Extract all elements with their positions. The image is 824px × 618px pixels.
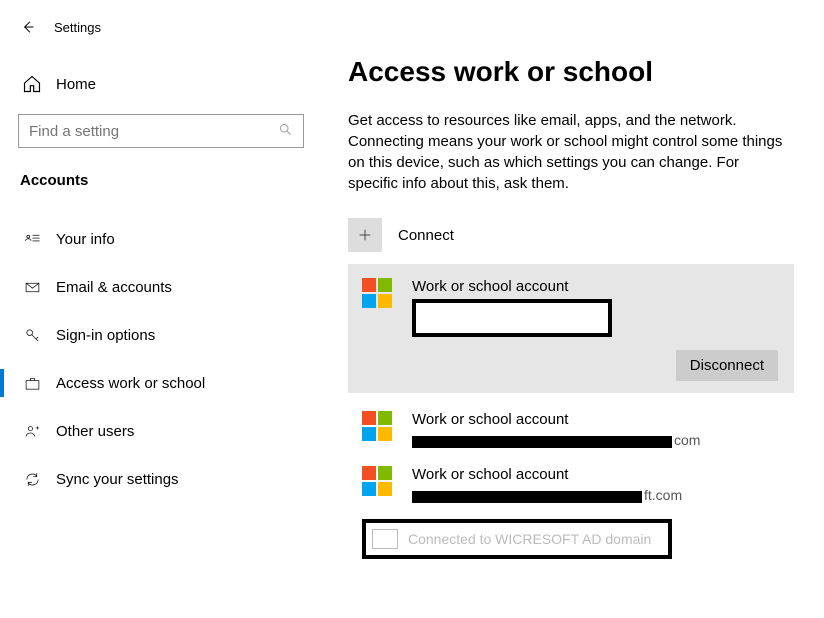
home-nav[interactable]: Home <box>0 60 322 108</box>
arrow-left-icon <box>20 19 36 35</box>
sync-icon <box>22 471 42 488</box>
nav-sync-settings[interactable]: Sync your settings <box>0 455 322 503</box>
redacted-email <box>412 436 672 448</box>
home-label: Home <box>56 76 96 93</box>
plus-icon <box>357 227 373 243</box>
microsoft-logo-icon <box>362 278 392 308</box>
search-input[interactable] <box>29 123 253 140</box>
nav-other-users[interactable]: Other users <box>0 407 322 455</box>
account-title: Work or school account <box>412 466 682 483</box>
sidebar: Settings Home Accounts Your info <box>0 0 322 618</box>
main-content: Access work or school Get access to reso… <box>322 0 824 618</box>
mail-icon <box>22 279 42 296</box>
nav-your-info[interactable]: Your info <box>0 215 322 263</box>
page-description: Get access to resources like email, apps… <box>348 110 788 194</box>
briefcase-icon <box>22 375 42 392</box>
account-title: Work or school account <box>412 278 612 295</box>
redacted-account-detail <box>412 299 612 337</box>
app-title: Settings <box>54 20 101 35</box>
nav-list: Your info Email & accounts Sign-in optio… <box>0 215 322 503</box>
nav-label: Sync your settings <box>56 471 179 488</box>
connect-row[interactable]: Connect <box>348 218 794 252</box>
disconnect-button[interactable]: Disconnect <box>676 350 778 381</box>
account-card[interactable]: Work or school account ft.com <box>348 466 794 503</box>
nav-access-work-school[interactable]: Access work or school <box>0 359 322 407</box>
microsoft-logo-icon <box>362 411 392 441</box>
nav-signin-options[interactable]: Sign-in options <box>0 311 322 359</box>
domain-connection-card[interactable]: Connected to WICRESOFT AD domain <box>362 519 672 559</box>
search-box[interactable] <box>18 114 304 148</box>
domain-icon <box>372 529 398 549</box>
microsoft-logo-icon <box>362 466 392 496</box>
person-card-icon <box>22 231 42 248</box>
nav-label: Other users <box>56 423 134 440</box>
nav-label: Email & accounts <box>56 279 172 296</box>
page-title: Access work or school <box>348 56 794 88</box>
search-icon <box>278 122 293 140</box>
key-icon <box>22 327 42 344</box>
nav-label: Access work or school <box>56 375 205 392</box>
email-suffix: ft.com <box>644 487 682 503</box>
email-suffix: com <box>674 432 700 448</box>
add-connect-button[interactable] <box>348 218 382 252</box>
nav-label: Your info <box>56 231 115 248</box>
connect-label: Connect <box>398 227 454 244</box>
nav-label: Sign-in options <box>56 327 155 344</box>
redacted-email <box>412 491 642 503</box>
account-card[interactable]: Work or school account com <box>348 411 794 448</box>
account-title: Work or school account <box>412 411 700 428</box>
domain-text: Connected to WICRESOFT AD domain <box>408 531 651 547</box>
home-icon <box>22 74 42 94</box>
section-title: Accounts <box>0 148 322 189</box>
users-icon <box>22 423 42 440</box>
account-card-expanded[interactable]: Work or school account Disconnect <box>348 264 794 393</box>
back-button[interactable] <box>8 11 48 43</box>
nav-email-accounts[interactable]: Email & accounts <box>0 263 322 311</box>
